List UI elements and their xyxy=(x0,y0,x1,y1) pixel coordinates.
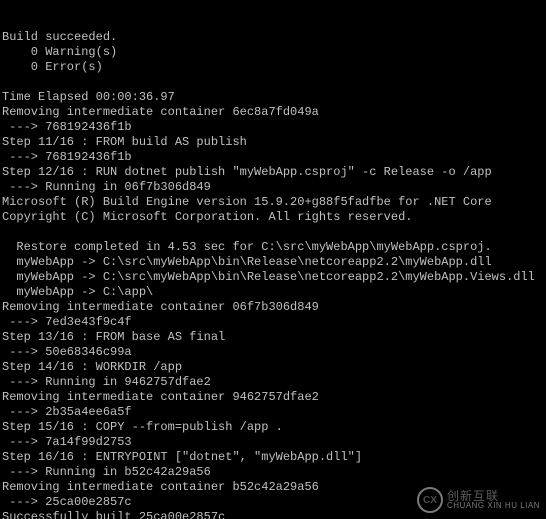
watermark-logo-icon: CX xyxy=(417,487,443,513)
watermark-text: 创新互联 CHUANG XIN HU LIAN xyxy=(447,490,540,510)
watermark-en: CHUANG XIN HU LIAN xyxy=(447,502,540,510)
terminal-window[interactable]: Build succeeded. 0 Warning(s) 0 Error(s)… xyxy=(0,0,546,519)
watermark: CX 创新互联 CHUANG XIN HU LIAN xyxy=(417,487,540,513)
terminal-output: Build succeeded. 0 Warning(s) 0 Error(s)… xyxy=(2,30,544,519)
